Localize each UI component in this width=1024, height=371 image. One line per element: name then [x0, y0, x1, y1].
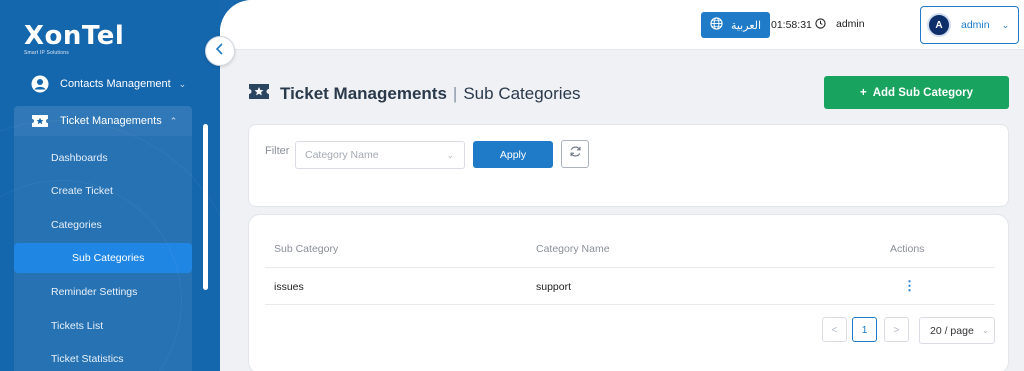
page-header: Ticket Managements | Sub Categories: [248, 82, 581, 106]
sidebar-item-label: Contacts Management: [60, 78, 171, 90]
clock: 01:58:31: [771, 18, 826, 32]
sidebar-item-dashboards[interactable]: Dashboards: [14, 143, 192, 173]
sidebar-item-categories[interactable]: Categories: [14, 210, 192, 240]
account-name: admin: [961, 19, 990, 31]
chevron-down-icon: ⌄: [981, 325, 990, 335]
sidebar-item-contacts-management[interactable]: Contacts Management ⌄: [14, 69, 192, 99]
user-circle-icon: [30, 74, 50, 94]
sub-categories-table: Sub Category Category Name Actions issue…: [248, 214, 1009, 371]
language-switch-button[interactable]: العربية: [701, 12, 770, 38]
row-actions-menu-icon[interactable]: ⋮: [903, 279, 916, 293]
pagination-prev-button[interactable]: <: [822, 317, 847, 342]
filter-label: Filter: [265, 145, 290, 157]
logged-in-user: admin: [836, 18, 865, 30]
page-title: Ticket Managements: [280, 84, 447, 103]
page-size-value: 20 / page: [930, 324, 974, 337]
page-subtitle: Sub Categories: [463, 84, 581, 103]
globe-icon: [710, 17, 723, 33]
filter-card: Filter Category Name ⌄ Apply: [248, 124, 1009, 207]
logo[interactable]: XonTel Smart IP Solutions: [24, 22, 124, 56]
add-sub-category-label: Add Sub Category: [872, 86, 974, 99]
cell-category-name: support: [536, 281, 572, 293]
main-panel: العربية 01:58:31 admin A admin ⌄ Ticket …: [220, 0, 1024, 371]
title-separator: |: [452, 84, 458, 103]
sidebar-item-reminder-settings[interactable]: Reminder Settings: [14, 277, 192, 307]
select-placeholder: Category Name: [305, 149, 379, 161]
sidebar: XonTel Smart IP Solutions Contacts Manag…: [0, 0, 220, 371]
column-header-actions: Actions: [890, 243, 925, 255]
divider: [265, 304, 995, 305]
logo-text: XonTel: [24, 21, 125, 51]
divider: [265, 267, 995, 268]
collapse-sidebar-button[interactable]: [205, 36, 235, 66]
account-menu[interactable]: A admin ⌄: [920, 6, 1019, 44]
clock-time: 01:58:31: [771, 19, 812, 31]
sidebar-scrollbar[interactable]: [203, 124, 208, 290]
add-sub-category-button[interactable]: + Add Sub Category: [824, 76, 1009, 109]
ticket-icon: [248, 82, 270, 106]
sidebar-item-ticket-managements[interactable]: Ticket Managements ⌃: [14, 106, 192, 136]
avatar: A: [927, 13, 951, 37]
column-header-category-name: Category Name: [536, 243, 610, 255]
language-label: العربية: [730, 19, 762, 32]
page-size-select[interactable]: 20 / page ⌄: [919, 317, 995, 344]
sidebar-item-ticket-statistics[interactable]: Ticket Statistics: [14, 344, 192, 371]
chevron-left-icon: [215, 42, 225, 60]
sidebar-item-label: Ticket Managements: [60, 115, 162, 127]
cell-sub-category: issues: [274, 281, 304, 293]
chevron-down-icon: ⌄: [1001, 19, 1010, 30]
category-name-select[interactable]: Category Name ⌄: [295, 141, 465, 169]
pagination-page-1[interactable]: 1: [852, 317, 877, 342]
reset-filter-button[interactable]: [561, 140, 589, 168]
chevron-down-icon: ⌄: [178, 78, 187, 89]
sidebar-item-tickets-list[interactable]: Tickets List: [14, 311, 192, 341]
apply-button[interactable]: Apply: [473, 141, 553, 168]
chevron-up-icon: ⌃: [169, 115, 178, 126]
sidebar-item-sub-categories[interactable]: Sub Categories: [14, 243, 192, 273]
plus-icon: +: [859, 86, 867, 99]
pagination-next-button[interactable]: >: [884, 317, 909, 342]
ticket-icon: [30, 111, 50, 131]
refresh-icon: [569, 145, 582, 163]
sidebar-item-create-ticket[interactable]: Create Ticket: [14, 176, 192, 206]
clock-icon: [815, 18, 826, 32]
column-header-sub-category: Sub Category: [274, 243, 339, 255]
chevron-down-icon: ⌄: [446, 150, 454, 160]
topbar: العربية 01:58:31 admin A admin ⌄: [220, 0, 1024, 50]
